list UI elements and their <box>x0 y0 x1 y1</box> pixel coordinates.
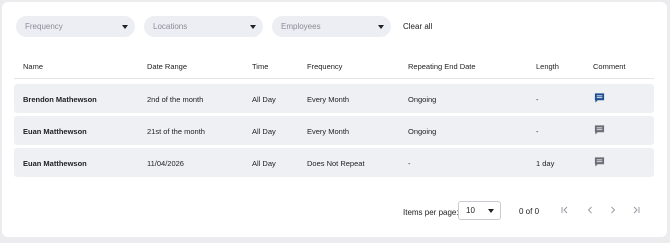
header-frequency[interactable]: Frequency <box>307 62 342 71</box>
header-time[interactable]: Time <box>252 62 268 71</box>
table-row[interactable]: Euan Matthewson 11/04/2026 All Day Does … <box>14 148 654 177</box>
row-name: Euan Matthewson <box>23 159 87 168</box>
row-time: All Day <box>252 95 276 104</box>
comment-icon[interactable] <box>594 124 605 136</box>
row-date-range: 11/04/2026 <box>147 159 184 168</box>
row-time: All Day <box>252 159 276 168</box>
row-date-range: 21st of the month <box>147 127 205 136</box>
items-per-page-select[interactable]: 10 <box>458 201 501 220</box>
frequency-filter-dropdown[interactable]: Frequency <box>16 16 135 37</box>
caret-down-icon <box>122 24 128 29</box>
header-length[interactable]: Length <box>536 62 559 71</box>
caret-down-icon <box>488 208 494 213</box>
header-date-range[interactable]: Date Range <box>147 62 187 71</box>
row-length: - <box>536 127 539 136</box>
row-frequency: Every Month <box>307 95 350 104</box>
clear-all-button[interactable]: Clear all <box>403 22 432 31</box>
locations-filter-dropdown[interactable]: Locations <box>144 16 263 37</box>
header-comment: Comment <box>593 62 626 71</box>
row-frequency: Does Not Repeat <box>307 159 365 168</box>
last-page-icon[interactable] <box>630 204 642 216</box>
locations-filter-placeholder: Locations <box>153 22 188 31</box>
row-name: Brendon Mathewson <box>23 95 97 104</box>
row-length: 1 day <box>536 159 555 168</box>
row-end-date: - <box>408 159 411 168</box>
caret-down-icon <box>250 24 256 29</box>
header-divider <box>14 78 654 79</box>
comment-icon[interactable] <box>594 156 605 168</box>
row-name: Euan Matthewson <box>23 127 87 136</box>
pagination-bar: Items per page: 10 0 of 0 <box>0 201 670 221</box>
row-length: - <box>536 95 539 104</box>
previous-page-icon[interactable] <box>584 204 596 216</box>
items-per-page-label: Items per page: <box>403 208 459 217</box>
caret-down-icon <box>378 24 384 29</box>
row-end-date: Ongoing <box>408 127 437 136</box>
filter-bar: Frequency Locations Employees Clear all <box>16 16 432 37</box>
items-per-page-value: 10 <box>466 206 475 215</box>
header-name[interactable]: Name <box>23 62 43 71</box>
row-date-range: 2nd of the month <box>147 95 204 104</box>
next-page-icon[interactable] <box>607 204 619 216</box>
comment-filled-icon[interactable] <box>594 92 605 104</box>
row-frequency: Every Month <box>307 127 350 136</box>
first-page-icon[interactable] <box>559 204 571 216</box>
row-end-date: Ongoing <box>408 95 437 104</box>
table-row[interactable]: Euan Matthewson 21st of the month All Da… <box>14 116 654 145</box>
table-row[interactable]: Brendon Mathewson 2nd of the month All D… <box>14 84 654 113</box>
employees-filter-placeholder: Employees <box>281 22 321 31</box>
header-repeating-end-date[interactable]: Repeating End Date <box>408 62 476 71</box>
page-range-text: 0 of 0 <box>519 207 540 216</box>
employees-filter-dropdown[interactable]: Employees <box>272 16 391 37</box>
row-time: All Day <box>252 127 276 136</box>
frequency-filter-placeholder: Frequency <box>25 22 63 31</box>
table-header: Name Date Range Time Frequency Repeating… <box>14 62 654 76</box>
